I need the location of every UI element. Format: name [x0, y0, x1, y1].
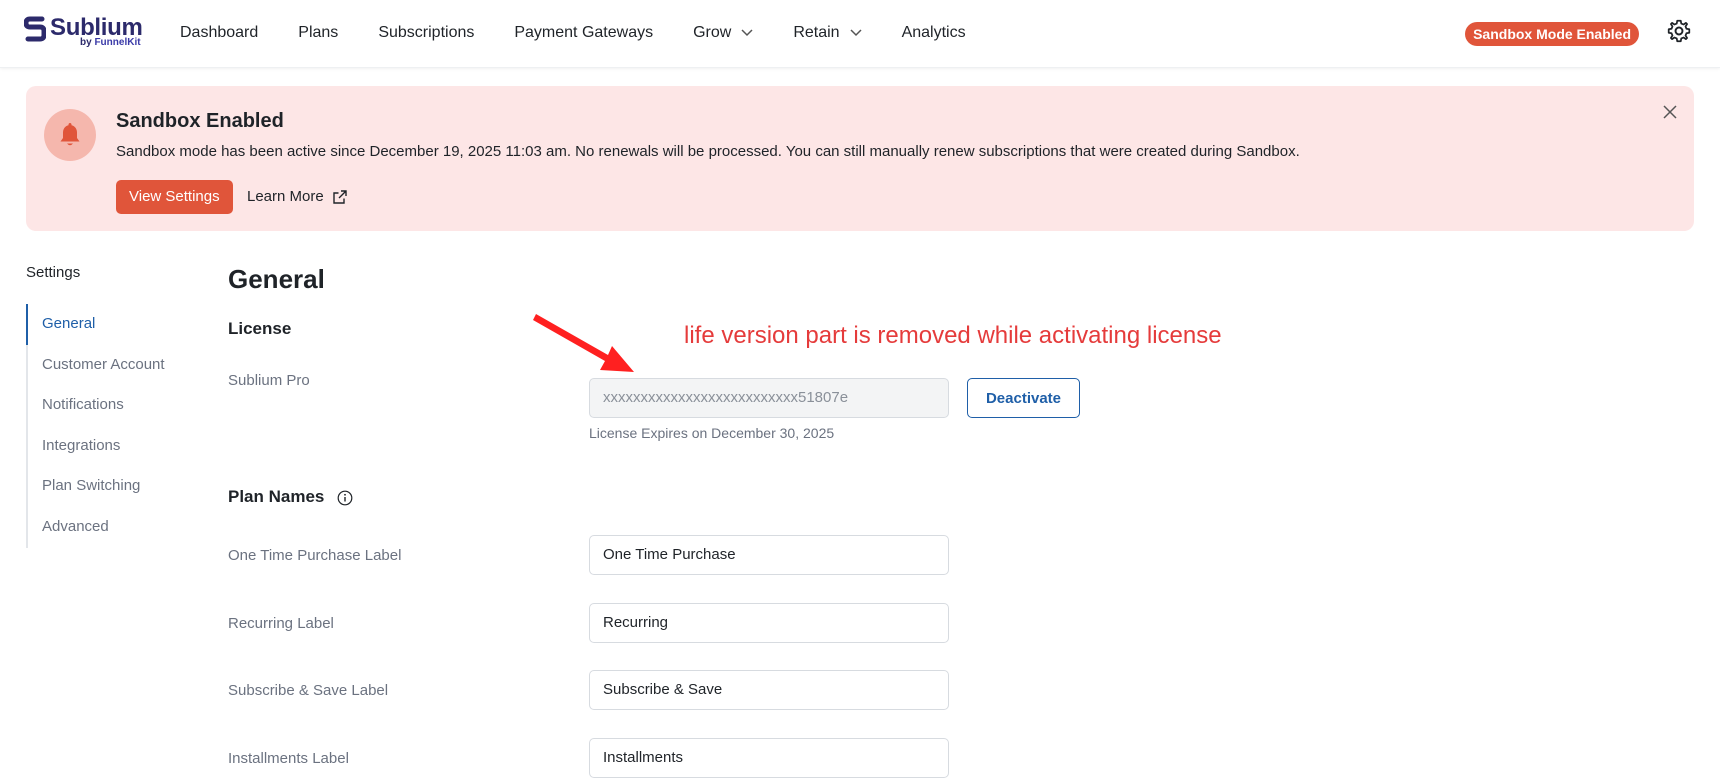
one-time-purchase-label: One Time Purchase Label — [228, 547, 402, 564]
sidebar-item-notifications[interactable]: Notifications — [28, 385, 186, 426]
installments-input[interactable]: Installments — [589, 738, 949, 778]
license-section-title: License — [228, 319, 292, 338]
nav-grow[interactable]: Grow — [693, 24, 753, 42]
info-icon[interactable] — [337, 490, 353, 506]
bell-icon — [60, 123, 80, 146]
nav-payment-gateways[interactable]: Payment Gateways — [514, 24, 653, 42]
sidebar-item-plan-switching[interactable]: Plan Switching — [28, 466, 186, 507]
sidebar-item-integrations[interactable]: Integrations — [28, 426, 186, 467]
settings-sidebar: General Customer Account Notifications I… — [26, 304, 186, 548]
logo-subtitle: by FunnelKit — [80, 37, 141, 48]
page-title: General — [228, 264, 325, 294]
recurring-input[interactable]: Recurring — [589, 603, 949, 643]
subscribe-save-input[interactable]: Subscribe & Save — [589, 670, 949, 710]
license-key-field: xxxxxxxxxxxxxxxxxxxxxxxxxx51807e — [589, 378, 949, 418]
plan-names-section-title: Plan Names — [228, 487, 353, 507]
gear-icon[interactable] — [1666, 18, 1692, 44]
chevron-down-icon — [850, 29, 862, 37]
learn-more-link[interactable]: Learn More — [247, 188, 348, 205]
nav-dashboard[interactable]: Dashboard — [180, 24, 258, 42]
sublium-logo[interactable]: Sublium by FunnelKit — [24, 14, 144, 50]
deactivate-button[interactable]: Deactivate — [967, 378, 1080, 418]
nav-retain[interactable]: Retain — [793, 24, 862, 42]
sidebar-item-customer-account[interactable]: Customer Account — [28, 345, 186, 386]
sidebar-item-general[interactable]: General — [26, 304, 186, 345]
sandbox-mode-badge[interactable]: Sandbox Mode Enabled — [1465, 22, 1639, 46]
one-time-purchase-input[interactable]: One Time Purchase — [589, 535, 949, 575]
external-link-icon — [333, 189, 347, 204]
sandbox-banner: Sandbox Enabled Sandbox mode has been ac… — [26, 86, 1694, 231]
banner-message: Sandbox mode has been active since Decem… — [116, 143, 1300, 160]
sidebar-item-advanced[interactable]: Advanced — [28, 507, 186, 548]
sublium-logo-icon — [24, 16, 46, 42]
bell-icon-badge — [44, 109, 96, 161]
top-bar: Sublium by FunnelKit Dashboard Plans Sub… — [0, 0, 1720, 68]
banner-title: Sandbox Enabled — [116, 110, 284, 132]
recurring-label: Recurring Label — [228, 615, 334, 632]
installments-label: Installments Label — [228, 750, 349, 767]
annotation-text: life version part is removed while activ… — [684, 322, 1222, 349]
annotation-arrow — [533, 314, 634, 372]
nav-analytics[interactable]: Analytics — [902, 24, 966, 42]
subscribe-save-label: Subscribe & Save Label — [228, 682, 389, 699]
settings-sidebar-title: Settings — [26, 264, 81, 281]
nav-plans[interactable]: Plans — [298, 24, 338, 42]
nav-subscriptions[interactable]: Subscriptions — [378, 24, 474, 42]
license-expiry-text: License Expires on December 30, 2025 — [589, 425, 835, 441]
view-settings-button[interactable]: View Settings — [116, 180, 233, 214]
license-product-label: Sublium Pro — [228, 372, 310, 389]
main-nav: Dashboard Plans Subscriptions Payment Ga… — [180, 24, 1006, 42]
close-icon[interactable] — [1662, 104, 1678, 120]
chevron-down-icon — [741, 29, 753, 37]
